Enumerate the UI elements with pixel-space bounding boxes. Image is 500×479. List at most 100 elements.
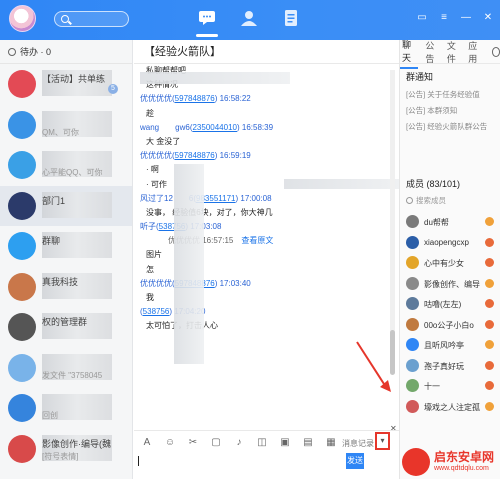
member-role-icon	[485, 340, 494, 349]
conversation-item[interactable]: 权的管理群	[0, 307, 132, 348]
active-tab-indicator	[196, 34, 218, 37]
conversation-item[interactable]: 部门1	[0, 185, 132, 226]
check-circle-icon	[8, 48, 16, 56]
file-icon[interactable]: ▢	[209, 437, 223, 448]
member-item[interactable]: 孢子真好玩	[406, 356, 498, 376]
member-role-icon	[485, 217, 494, 226]
chat-tab-icon[interactable]	[198, 10, 216, 26]
conversation-item[interactable]: 真我科技	[0, 267, 132, 308]
conversation-preview: [符号表情]	[42, 451, 79, 461]
members-title: 成员 (83/101)	[406, 179, 461, 189]
conversation-item[interactable]: 【活动】共单练 5	[0, 64, 132, 105]
sender-qq-number[interactable]: 2350044010	[192, 123, 237, 132]
member-name: 壕戏之人注定孤	[424, 402, 480, 412]
member-name: 且听风吟亭	[424, 341, 464, 350]
avatar	[8, 434, 36, 463]
annotation-arrow-icon	[356, 341, 391, 392]
conversation-item[interactable]: QM、可你	[0, 105, 132, 146]
member-role-icon	[485, 237, 494, 247]
message-history-button[interactable]: 消息记录	[342, 438, 374, 449]
sender-qq-number[interactable]: 597848876	[175, 151, 215, 160]
avatar	[406, 317, 419, 331]
conversation-name: 【活动】共单练	[42, 74, 106, 84]
sender-name[interactable]: 优优优优	[140, 94, 172, 103]
avatar	[406, 399, 419, 413]
member-item[interactable]: xiaopengcxp	[406, 233, 498, 253]
user-avatar[interactable]	[9, 5, 36, 32]
screenshot-icon[interactable]: ▦	[324, 437, 338, 448]
tab-apps[interactable]: 应用	[468, 39, 482, 65]
blur-mask	[284, 179, 399, 189]
watermark-title: 启东安卓网	[434, 450, 495, 464]
avatar	[8, 151, 36, 179]
message-text: 趁	[146, 108, 154, 118]
member-name: 十一	[424, 382, 440, 391]
notice-item[interactable]: [公告] 关于任务经验值	[400, 85, 500, 101]
scissors-icon[interactable]: ✂	[186, 437, 200, 448]
send-button[interactable]: 发送	[346, 453, 364, 469]
member-role-icon	[485, 360, 494, 370]
search-box[interactable]	[54, 11, 129, 27]
conversation-list: 待办 · 0 【活动】共单练 5 QM、可你心平能QQ、可你部门1 群聊 真我科技 权的管…	[0, 40, 133, 479]
menu-icon[interactable]: ≡	[438, 12, 450, 24]
watermark-url: www.qdtdqlu.com	[434, 465, 489, 472]
message-time: 16:59:19	[219, 151, 251, 161]
member-role-icon	[485, 319, 494, 329]
member-item[interactable]: 十一	[406, 376, 498, 396]
image-icon[interactable]: ▣	[278, 437, 292, 448]
member-item[interactable]: 心中有少女	[406, 253, 498, 273]
conversation-item[interactable]: 回创	[0, 388, 132, 429]
member-item[interactable]: du帮帮	[406, 212, 498, 232]
sender-qq-number[interactable]: 538756	[143, 307, 170, 316]
sender-name[interactable]: 优优优优	[140, 151, 172, 160]
sender-name[interactable]: wang	[140, 123, 159, 132]
member-item[interactable]: 壕戏之人注定孤	[406, 397, 498, 417]
member-item[interactable]: 00o公子小白o	[406, 315, 498, 335]
chat-pane: 【经验火箭队】 私聊帮帮吧 这种情况 优优优优(597848876) 16:58:2…	[134, 40, 399, 479]
member-name: 咕噜(左左)	[424, 300, 462, 309]
microphone-icon[interactable]: ♪	[232, 437, 246, 448]
conversation-item[interactable]: 影像创作·编导(魏 [符号表情]	[0, 429, 132, 470]
font-icon[interactable]: A	[140, 437, 154, 448]
avatar	[8, 191, 36, 220]
right-tabs: 聊天 公告 文件 应用	[400, 39, 500, 69]
avatar	[8, 272, 36, 301]
skin-icon[interactable]: ▭	[416, 12, 428, 24]
sender-name[interactable]: 优优优优	[140, 279, 172, 288]
avatar	[8, 110, 36, 139]
close-icon[interactable]: ✕	[482, 12, 494, 24]
conversation-item[interactable]: 群聊	[0, 226, 132, 267]
message-time: 16:58:39	[241, 122, 274, 132]
conversation-item[interactable]: 心平能QQ、可你	[0, 145, 132, 186]
sender-name-fragment: gw6	[175, 122, 190, 132]
notice-item[interactable]: [公告] 经验火箭队群公告	[400, 117, 500, 133]
gear-icon[interactable]	[491, 46, 500, 57]
conversation-preview: 心平能QQ、可你	[42, 168, 103, 177]
sender-name[interactable]: 风过了12	[140, 194, 173, 203]
notice-item[interactable]: [公告] 本群须知	[400, 101, 500, 117]
chevron-down-icon[interactable]: ▾	[375, 432, 390, 450]
todo-header[interactable]: 待办 · 0	[0, 40, 132, 64]
avatar	[406, 256, 419, 269]
view-original-link[interactable]: 查看原文	[241, 236, 273, 245]
sender-name[interactable]: 听子	[140, 222, 156, 231]
tab-files[interactable]: 文件	[447, 39, 461, 65]
tab-chat[interactable]: 聊天	[400, 38, 419, 69]
member-item[interactable]: 影像创作、编导	[406, 274, 498, 294]
folder-icon[interactable]: ▤	[301, 437, 315, 448]
space-tab-icon[interactable]	[282, 10, 300, 26]
member-search[interactable]: 搜索成员	[406, 195, 446, 206]
sender-qq-number[interactable]: 597848876	[175, 94, 215, 103]
avatar	[8, 394, 36, 422]
minimize-icon[interactable]: —	[460, 12, 472, 24]
sticker-icon[interactable]: ◫	[255, 437, 269, 448]
conversation-item[interactable]: 发文件 "3758045	[0, 348, 132, 389]
contacts-tab-icon[interactable]	[240, 10, 258, 26]
scrollbar-track[interactable]	[390, 70, 395, 370]
member-item[interactable]: 咕噜(左左)	[406, 294, 498, 314]
avatar	[8, 353, 36, 382]
member-item[interactable]: 且听风吟亭	[406, 335, 498, 355]
tab-notices[interactable]: 公告	[425, 39, 439, 65]
member-name: 00o公子小白o	[424, 320, 474, 330]
emoji-icon[interactable]: ☺	[163, 437, 177, 448]
